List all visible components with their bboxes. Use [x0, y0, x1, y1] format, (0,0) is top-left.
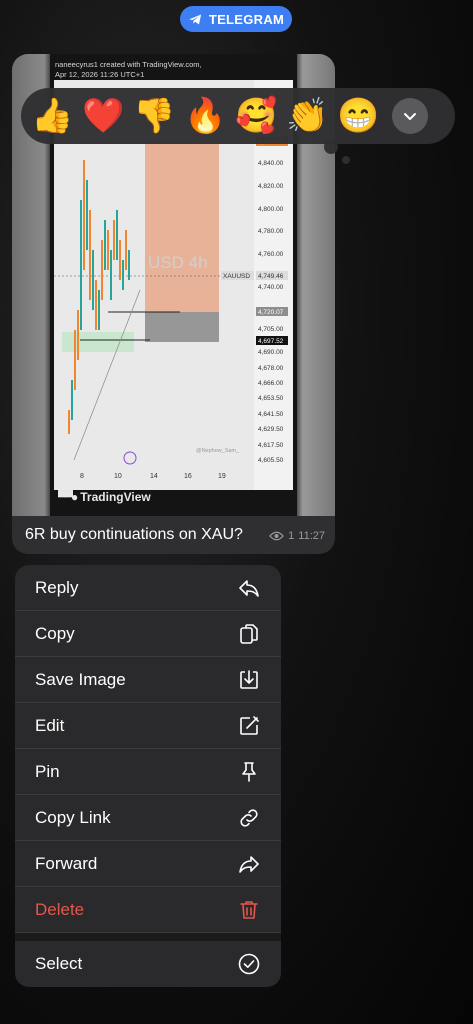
more-reactions-button[interactable] [392, 98, 428, 134]
price-label: 4,653.50 [258, 395, 284, 402]
price-label: 4,678.00 [258, 365, 284, 372]
view-count: 1 [288, 530, 295, 542]
author-line: naneecyrus1 created with TradingView.com… [55, 60, 202, 69]
price-label: 4,820.00 [258, 183, 284, 190]
reaction-thumbs-down[interactable]: 👎 [129, 91, 180, 141]
price-label: 4,690.00 [258, 349, 284, 356]
menu-item-label: Forward [35, 853, 98, 873]
menu-item-select[interactable]: Select [15, 941, 281, 987]
target-zone [145, 142, 219, 312]
reaction-fire[interactable]: 🔥 [180, 91, 231, 141]
message-caption-row: 6R buy continuations on XAU? 1 11:27 [12, 516, 335, 554]
low-price-tag: 4,697.52 [258, 338, 284, 345]
price-label: 4,641.50 [258, 411, 284, 418]
menu-item-copy[interactable]: Copy [15, 611, 281, 657]
eye-icon [269, 531, 285, 541]
forward-icon [239, 855, 259, 873]
edit-icon [240, 715, 259, 735]
copy-icon [240, 623, 258, 644]
menu-item-pin[interactable]: Pin [15, 749, 281, 795]
date-line: Apr 12, 2026 11:26 UTC+1 [55, 70, 145, 79]
price-label: 4,740.00 [258, 284, 284, 291]
reaction-heart[interactable]: ❤️ [78, 91, 129, 141]
tradingview-logo: ▀▀● TradingView [58, 490, 151, 504]
current-price-tag: 4,749.46 [258, 273, 284, 280]
telegram-label: TELEGRAM [208, 11, 285, 27]
date-tick: 14 [150, 473, 158, 480]
date-tick: 16 [184, 473, 192, 480]
stop-zone [145, 312, 219, 342]
price-label: 4,760.00 [258, 251, 284, 258]
menu-item-label: Save Image [35, 669, 126, 689]
menu-item-reply[interactable]: Reply [15, 565, 281, 611]
menu-item-label: Pin [35, 761, 60, 781]
menu-item-label: Delete [35, 899, 85, 919]
reaction-bar: 👍 ❤️ 👎 🔥 🥰 👏 😁 [21, 88, 455, 144]
trash-icon [240, 900, 258, 919]
menu-item-label: Copy Link [35, 807, 111, 827]
reply-icon [239, 579, 259, 597]
menu-item-label: Select [35, 954, 83, 973]
message-caption: 6R buy continuations on XAU? [25, 526, 243, 543]
menu-item-save-image[interactable]: Save Image [15, 657, 281, 703]
price-label: 4,780.00 [258, 228, 284, 235]
tradingview-brand: TradingView [80, 490, 151, 504]
menu-item-forward[interactable]: Forward [15, 841, 281, 887]
menu-item-copy-link[interactable]: Copy Link [15, 795, 281, 841]
symbol-tag: XAUUSD [223, 273, 250, 280]
context-menu: Reply Copy Save Image Edit Pin Copy Link… [15, 565, 281, 987]
reaction-clap[interactable]: 👏 [282, 91, 333, 141]
link-icon [240, 808, 258, 827]
credit-label: @Nephew_Sam_ [196, 448, 240, 454]
chevron-down-icon [404, 113, 416, 120]
reaction-bar-tail [324, 140, 338, 154]
telegram-plane-icon [189, 14, 201, 24]
menu-item-label: Reply [35, 577, 79, 597]
download-icon [240, 669, 258, 689]
tradingview-mark-icon: ▀▀● [58, 490, 78, 504]
reaction-bar-tail-small [342, 156, 350, 164]
price-label: 4,629.50 [258, 426, 284, 433]
price-label: 4,617.50 [258, 442, 284, 449]
pin-icon [242, 761, 256, 782]
message-time: 11:27 [298, 530, 325, 542]
price-label: 4,705.00 [258, 326, 284, 333]
price-label: 4,840.00 [258, 160, 284, 167]
message-meta: 1 11:27 [269, 530, 325, 542]
reaction-grin[interactable]: 😁 [333, 91, 384, 141]
mid-price-tag: 4,720.07 [258, 309, 284, 316]
price-label: 4,666.00 [258, 380, 284, 387]
chart-header: naneecyrus1 created with TradingView.com… [55, 60, 202, 80]
reaction-smiling-hearts[interactable]: 🥰 [231, 91, 282, 141]
menu-item-label: Edit [35, 715, 65, 735]
menu-item-edit[interactable]: Edit [15, 703, 281, 749]
menu-item-label: Copy [35, 623, 75, 643]
telegram-badge: TELEGRAM [180, 6, 292, 32]
date-tick: 10 [114, 473, 122, 480]
entry-zone [62, 332, 134, 352]
symbol-watermark: USD 4h [148, 253, 208, 272]
price-label: 4,800.00 [258, 206, 284, 213]
price-label: 4,605.50 [258, 457, 284, 464]
menu-separator [15, 933, 281, 941]
reaction-thumbs-up[interactable]: 👍 [27, 91, 78, 141]
date-tick: 8 [80, 473, 84, 480]
check-circle-icon [238, 953, 260, 975]
date-tick: 19 [218, 473, 226, 480]
menu-item-delete[interactable]: Delete [15, 887, 281, 933]
